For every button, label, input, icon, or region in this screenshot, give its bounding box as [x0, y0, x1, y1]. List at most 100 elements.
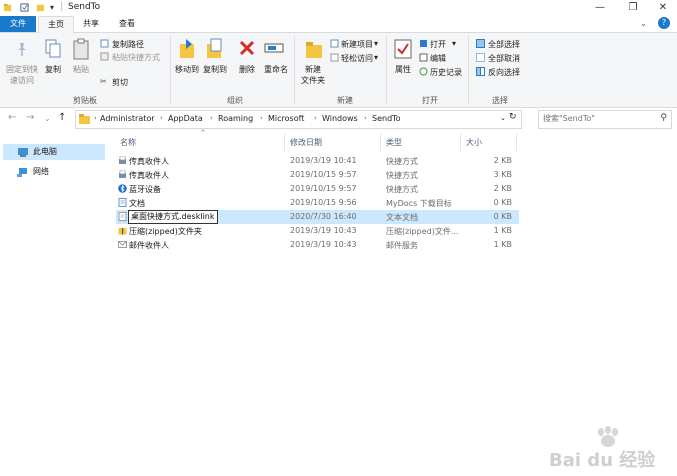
rename-input[interactable]: 桌面快捷方式.desklink: [128, 210, 218, 224]
back-arrow-icon[interactable]: ←: [8, 112, 16, 123]
refresh-icon[interactable]: ↻: [509, 112, 517, 122]
file-type: MyDocs 下载目标: [386, 199, 452, 208]
file-type: 快捷方式: [386, 171, 418, 180]
file-type: 邮件服务: [386, 241, 418, 250]
column-header-date[interactable]: 修改日期: [290, 137, 322, 148]
close-icon[interactable]: ✕: [648, 0, 677, 16]
baidu-watermark: Bai du 经验: [549, 426, 669, 471]
move-to-button[interactable]: 移动到: [172, 64, 202, 75]
edit-button[interactable]: 编辑: [430, 53, 446, 64]
search-box[interactable]: ⚲: [538, 110, 672, 129]
select-all-button[interactable]: 全部选择: [488, 39, 520, 50]
tab-home[interactable]: 主页: [38, 16, 74, 33]
column-divider[interactable]: [516, 133, 517, 151]
table-row[interactable]: 传真收件人 2019/10/15 9:57 快捷方式 3 KB: [116, 168, 519, 182]
column-divider[interactable]: [460, 133, 461, 151]
forward-arrow-icon[interactable]: →: [26, 112, 34, 123]
computer-icon: [18, 148, 28, 157]
paste-button-label[interactable]: 粘贴: [68, 64, 94, 75]
copy-icon[interactable]: [44, 39, 62, 59]
new-item-button[interactable]: 新建项目: [341, 39, 373, 50]
ribbon-separator: [294, 36, 295, 104]
new-folder-icon[interactable]: [304, 38, 324, 60]
column-header-name[interactable]: 名称: [120, 137, 136, 148]
paste-shortcut-button[interactable]: 粘贴快捷方式: [112, 52, 160, 63]
file-type: 快捷方式: [386, 157, 418, 166]
pin-icon[interactable]: [14, 41, 30, 57]
navigation-pane: 此电脑 网络: [0, 134, 110, 476]
quick-access-dropdown-icon[interactable]: ▾: [50, 3, 54, 12]
rename-button[interactable]: 重命名: [262, 64, 290, 75]
breadcrumb-windows[interactable]: Windows: [322, 114, 358, 123]
properties-button[interactable]: 属性: [390, 64, 416, 75]
file-name: 传真收件人: [129, 171, 169, 180]
easy-access-dropdown-icon[interactable]: ▾: [374, 53, 378, 62]
select-all-icon: [476, 39, 485, 48]
paste-shortcut-icon: [100, 52, 109, 61]
copy-to-icon[interactable]: [205, 38, 225, 60]
invert-selection-button[interactable]: 反向选择: [488, 67, 520, 78]
breadcrumb-microsoft[interactable]: Microsoft: [268, 114, 304, 123]
move-to-icon[interactable]: [178, 38, 198, 60]
breadcrumb-separator: ›: [260, 114, 263, 122]
breadcrumb-appdata[interactable]: AppData: [168, 114, 203, 123]
help-icon[interactable]: ?: [658, 17, 670, 29]
file-size: 2 KB: [493, 156, 512, 165]
table-row[interactable]: 邮件收件人 2019/3/19 10:43 邮件服务 1 KB: [116, 238, 519, 252]
open-button[interactable]: 打开: [430, 39, 446, 50]
ribbon-collapse-icon[interactable]: ⌄: [640, 19, 647, 28]
select-none-icon: [476, 53, 485, 62]
properties-quick-icon[interactable]: [20, 3, 29, 12]
new-item-dropdown-icon[interactable]: ▾: [374, 39, 378, 48]
select-none-button[interactable]: 全部取消: [488, 53, 520, 64]
search-input[interactable]: [543, 114, 653, 123]
nav-item-network[interactable]: 网络: [3, 164, 105, 180]
file-name: 邮件收件人: [129, 241, 169, 250]
recent-dropdown-icon[interactable]: ⌄: [44, 114, 51, 123]
copy-to-button[interactable]: 复制到: [200, 64, 230, 75]
table-row[interactable]: 压缩(zipped)文件夹 2019/3/19 10:43 压缩(zipped)…: [116, 224, 519, 238]
tab-share[interactable]: 共享: [74, 16, 108, 32]
copy-button-label[interactable]: 复制: [40, 64, 66, 75]
new-folder-label-2[interactable]: 文件夹: [298, 75, 328, 86]
new-folder-label-1[interactable]: 新建: [298, 64, 328, 75]
search-icon[interactable]: ⚲: [660, 113, 667, 123]
history-button[interactable]: 历史记录: [430, 67, 462, 78]
delete-icon[interactable]: [238, 39, 256, 57]
copy-path-button[interactable]: 复制路径: [112, 39, 144, 50]
cut-button[interactable]: 剪切: [112, 77, 128, 88]
address-dropdown-icon[interactable]: ⌄: [500, 114, 506, 122]
breadcrumb-roaming[interactable]: Roaming: [218, 114, 253, 123]
ribbon-separator: [468, 36, 469, 104]
maximize-icon[interactable]: ❐: [618, 0, 648, 16]
table-row[interactable]: 文档 2019/10/15 9:56 MyDocs 下载目标 0 KB: [116, 196, 519, 210]
breadcrumb-separator: ›: [364, 114, 367, 122]
nav-item-this-pc[interactable]: 此电脑: [3, 144, 105, 160]
paste-icon[interactable]: [72, 38, 90, 60]
column-divider[interactable]: [284, 133, 285, 151]
up-arrow-icon[interactable]: ↑: [58, 112, 66, 123]
column-header-type[interactable]: 类型: [386, 137, 402, 148]
ribbon-separator: [170, 36, 171, 104]
table-row[interactable]: 蓝牙设备 2019/10/15 9:57 快捷方式 2 KB: [116, 182, 519, 196]
column-divider[interactable]: [380, 133, 381, 151]
column-header-size[interactable]: 大小: [466, 137, 482, 148]
nav-item-label: 网络: [33, 167, 49, 176]
file-name: 压缩(zipped)文件夹: [129, 227, 202, 236]
breadcrumb-sendto[interactable]: SendTo: [372, 114, 401, 123]
easy-access-button[interactable]: 轻松访问: [341, 53, 373, 64]
properties-icon[interactable]: [394, 39, 412, 59]
open-dropdown-icon[interactable]: ▾: [452, 39, 456, 48]
breadcrumb-separator: ›: [94, 114, 97, 122]
tab-view[interactable]: 查看: [110, 16, 144, 32]
rename-icon[interactable]: [264, 40, 284, 56]
address-bar[interactable]: › Administrator › AppData › Roaming › Mi…: [75, 110, 522, 129]
delete-button[interactable]: 删除: [234, 64, 260, 75]
breadcrumb-separator: ›: [210, 114, 213, 122]
tab-file[interactable]: 文件: [0, 16, 36, 32]
new-folder-quick-icon[interactable]: [36, 3, 45, 12]
breadcrumb-administrator[interactable]: Administrator: [100, 114, 155, 123]
minimize-icon[interactable]: —: [585, 0, 615, 16]
table-row-selected[interactable]: 桌面快捷方式.desklink 2020/7/30 16:40 文本文档 0 K…: [116, 210, 519, 224]
table-row[interactable]: 传真收件人 2019/3/19 10:41 快捷方式 2 KB: [116, 154, 519, 168]
